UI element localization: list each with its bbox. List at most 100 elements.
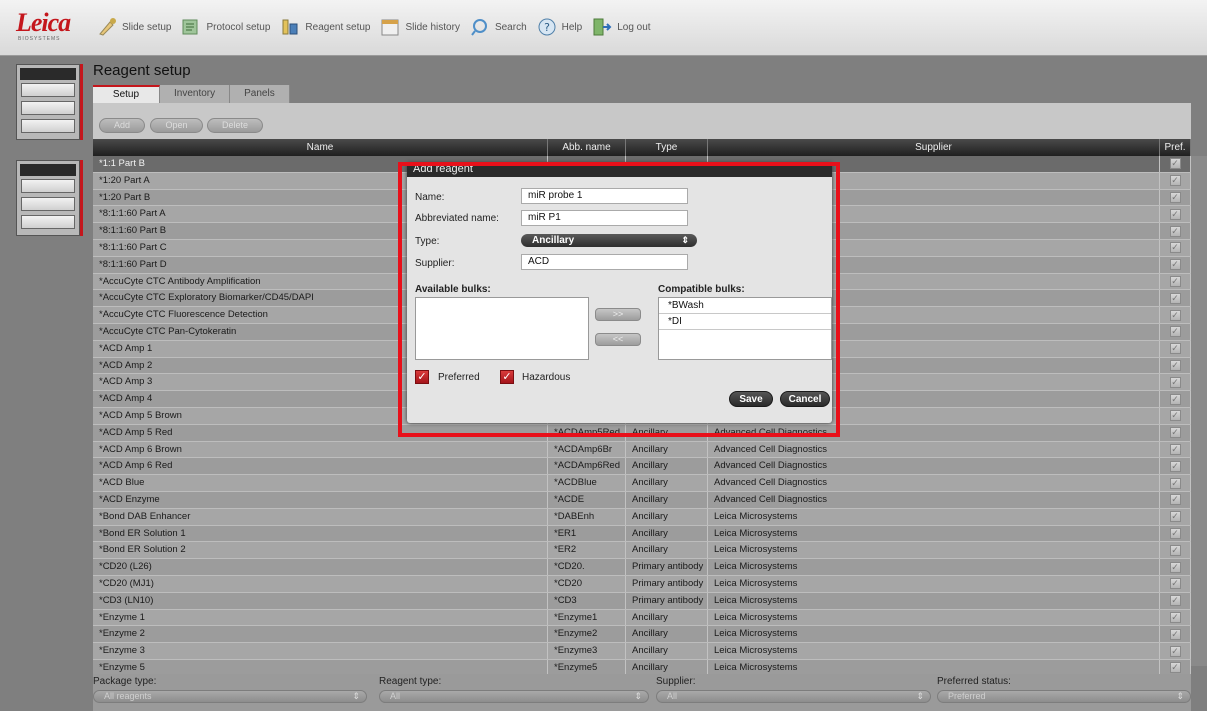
sidebar-button[interactable] — [21, 101, 75, 115]
nav-label: Reagent setup — [305, 21, 371, 33]
preferred-status-label: Preferred status: — [937, 676, 1011, 687]
preferred-check-icon[interactable]: ✓ — [1169, 158, 1181, 170]
preferred-check-icon[interactable]: ✓ — [1169, 611, 1181, 623]
header-name[interactable]: Name — [93, 139, 548, 156]
cell-name: *Enzyme 3 — [93, 643, 548, 659]
package-type-select[interactable]: All reagents ⇕ — [93, 690, 367, 703]
cell-type: Ancillary — [626, 643, 708, 659]
sidebar-button[interactable] — [21, 83, 75, 97]
preferred-check-icon[interactable]: ✓ — [1169, 191, 1181, 203]
cell-abb: *ACDAmp6Red — [548, 458, 626, 475]
header-abb[interactable]: Abb. name — [548, 139, 626, 156]
table-row[interactable]: *Enzyme 1 *Enzyme1 Ancillary Leica Microsys… — [93, 609, 1191, 627]
nav-search[interactable]: Search — [469, 16, 527, 38]
table-row[interactable]: *Enzyme 2 *Enzyme2 Ancillary Leica Microsys… — [93, 626, 1191, 644]
cell-type: Ancillary — [626, 626, 708, 643]
preferred-check-icon[interactable]: ✓ — [1169, 527, 1181, 539]
preferred-check-icon[interactable]: ✓ — [1169, 578, 1181, 590]
sidebar-button[interactable] — [21, 215, 75, 229]
preferred-check-icon[interactable]: ✓ — [1169, 225, 1181, 237]
sidebar-accent — [80, 64, 83, 140]
nav-log-out[interactable]: Log out — [591, 16, 651, 38]
cell-type: Ancillary — [626, 525, 708, 542]
table-row[interactable]: *Bond ER Solution 2 *ER2 Ancillary Leica Mi… — [93, 542, 1191, 560]
table-row[interactable]: *ACD Amp 6 Brown *ACDAmp6Br Ancillary Advan… — [93, 441, 1191, 459]
cell-pref: ✓ — [1160, 592, 1191, 609]
svg-text:?: ? — [544, 21, 550, 34]
tab-panels[interactable]: Panels — [230, 85, 290, 103]
preferred-check-icon[interactable]: ✓ — [1169, 443, 1181, 455]
pipette-icon — [99, 18, 116, 36]
nav-slide-setup[interactable]: Slide setup — [96, 16, 171, 38]
preferred-check-icon[interactable]: ✓ — [1169, 544, 1181, 556]
preferred-check-icon[interactable]: ✓ — [1169, 242, 1181, 254]
logout-icon — [593, 18, 612, 36]
nav-reagent-setup[interactable]: Reagent setup — [279, 16, 370, 38]
add-button[interactable]: Add — [99, 118, 145, 133]
preferred-check-icon[interactable]: ✓ — [1169, 393, 1181, 405]
cell-type: Ancillary — [626, 441, 708, 458]
table-row[interactable]: *ACD Enzyme *ACDE Ancillary Advanced Cell D… — [93, 491, 1191, 509]
preferred-check-icon[interactable]: ✓ — [1169, 275, 1181, 287]
nav-label: Slide history — [405, 21, 460, 33]
preferred-check-icon[interactable]: ✓ — [1169, 410, 1181, 422]
cell-pref: ✓ — [1160, 575, 1191, 592]
table-row[interactable]: *Bond DAB Enhancer *DABEnh Ancillary Leica … — [93, 508, 1191, 526]
preferred-check-icon[interactable]: ✓ — [1169, 292, 1181, 304]
nav-help[interactable]: ? Help — [536, 16, 582, 38]
preferred-check-icon[interactable]: ✓ — [1169, 175, 1181, 187]
cell-type: Primary antibody — [626, 575, 708, 592]
tab-inventory[interactable]: Inventory — [160, 85, 231, 103]
table-row[interactable]: *CD20 (L26) *CD20. Primary antibody Leica M… — [93, 559, 1191, 576]
nav-protocol-setup[interactable]: Protocol setup — [180, 16, 270, 38]
preferred-check-icon[interactable]: ✓ — [1169, 561, 1181, 573]
table-row[interactable]: *CD3 (LN10) *CD3 Primary antibody Leica Mic… — [93, 592, 1191, 610]
preferred-check-icon[interactable]: ✓ — [1169, 477, 1181, 489]
preferred-check-icon[interactable]: ✓ — [1169, 645, 1181, 657]
cell-name: *Enzyme 2 — [93, 626, 548, 643]
header-type[interactable]: Type — [626, 139, 708, 156]
sidebar-button[interactable] — [21, 179, 75, 193]
nav-slide-history[interactable]: Slide history — [379, 16, 460, 38]
preferred-check-icon[interactable]: ✓ — [1169, 511, 1181, 523]
nav-label: Slide setup — [122, 21, 172, 33]
tab-setup[interactable]: Setup — [93, 85, 160, 103]
table-row[interactable]: *Bond ER Solution 1 *ER1 Ancillary Leica Mi… — [93, 525, 1191, 543]
preferred-check-icon[interactable]: ✓ — [1169, 208, 1181, 220]
package-type-label: Package type: — [93, 676, 157, 687]
preferred-check-icon[interactable]: ✓ — [1169, 494, 1181, 506]
cell-pref: ✓ — [1160, 172, 1191, 189]
preferred-check-icon[interactable]: ✓ — [1169, 343, 1181, 355]
preferred-check-icon[interactable]: ✓ — [1169, 376, 1181, 388]
header-supplier[interactable]: Supplier — [708, 139, 1160, 156]
preferred-check-icon[interactable]: ✓ — [1169, 326, 1181, 338]
cell-pref: ✓ — [1160, 189, 1191, 206]
reagent-type-select[interactable]: All ⇕ — [379, 690, 649, 703]
table-scrollbar[interactable] — [1191, 156, 1207, 666]
table-row[interactable]: *CD20 (MJ1) *CD20 Primary antibody Leica Mi… — [93, 575, 1191, 593]
table-row[interactable]: *ACD Blue *ACDBlue Ancillary Advanced Cell … — [93, 475, 1191, 492]
table-row[interactable]: *Enzyme 3 *Enzyme3 Ancillary Leica Microsys… — [93, 643, 1191, 660]
open-button[interactable]: Open — [150, 118, 203, 133]
supplier-select[interactable]: All ⇕ — [656, 690, 931, 703]
tab-bar: Setup Inventory Panels — [93, 85, 290, 103]
preferred-check-icon[interactable]: ✓ — [1169, 595, 1181, 607]
cell-supplier: Leica Microsystems — [708, 592, 1160, 609]
cell-abb: *CD20 — [548, 575, 626, 592]
delete-button[interactable]: Delete — [207, 118, 263, 133]
preferred-check-icon[interactable]: ✓ — [1169, 628, 1181, 640]
table-row[interactable]: *ACD Amp 6 Red *ACDAmp6Red Ancillary Advanc… — [93, 458, 1191, 476]
sidebar-button[interactable] — [21, 197, 75, 211]
cell-abb: *ER1 — [548, 525, 626, 542]
preferred-check-icon[interactable]: ✓ — [1169, 460, 1181, 472]
preferred-status-select[interactable]: Preferred ⇕ — [937, 690, 1191, 703]
preferred-check-icon[interactable]: ✓ — [1169, 662, 1181, 674]
preferred-check-icon[interactable]: ✓ — [1169, 259, 1181, 271]
sidebar-panel-1 — [16, 64, 80, 140]
preferred-check-icon[interactable]: ✓ — [1169, 309, 1181, 321]
preferred-check-icon[interactable]: ✓ — [1169, 359, 1181, 371]
header-pref[interactable]: Pref. — [1160, 139, 1191, 156]
sidebar-button[interactable] — [21, 119, 75, 133]
cell-pref: ✓ — [1160, 407, 1191, 424]
preferred-check-icon[interactable]: ✓ — [1169, 427, 1181, 439]
